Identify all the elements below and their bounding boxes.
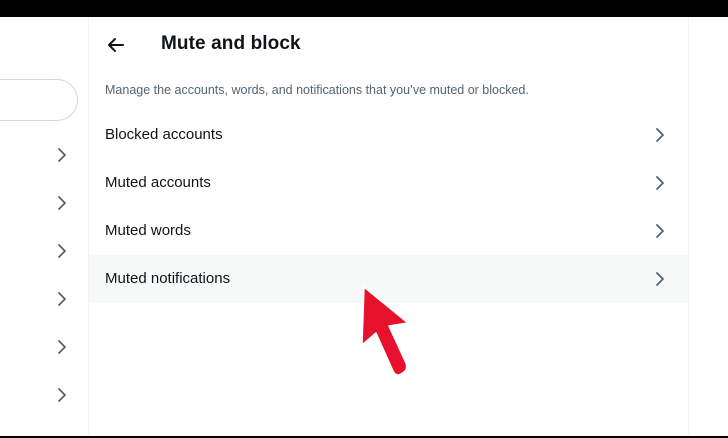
chevron-right-icon xyxy=(654,175,666,191)
menu-item-label: Muted words xyxy=(105,222,191,239)
chevron-right-icon xyxy=(654,223,666,239)
sidebar-chevron-right-icon[interactable] xyxy=(55,387,69,403)
sidebar-chevron-right-icon[interactable] xyxy=(55,339,69,355)
menu-item-label: Muted notifications xyxy=(105,270,231,287)
menu-item-muted-accounts[interactable]: Muted accounts xyxy=(89,159,688,207)
sidebar-chevron-right-icon[interactable] xyxy=(55,147,69,163)
menu-item-blocked-accounts[interactable]: Blocked accounts xyxy=(89,111,688,159)
menu-item-label: Muted accounts xyxy=(105,174,211,191)
menu-item-label: Blocked accounts xyxy=(105,126,223,143)
chevron-right-icon xyxy=(654,127,666,143)
page-header: Mute and block xyxy=(89,17,688,71)
chevron-right-icon xyxy=(654,271,666,287)
column-divider xyxy=(688,17,689,436)
menu-item-muted-words[interactable]: Muted words xyxy=(89,207,688,255)
sidebar-chevron-right-icon[interactable] xyxy=(55,195,69,211)
settings-menu: Blocked accounts Muted accounts Muted wo… xyxy=(89,111,688,303)
back-arrow-icon[interactable] xyxy=(105,34,127,56)
sidebar-chevron-right-icon[interactable] xyxy=(55,243,69,259)
settings-sidebar xyxy=(0,17,89,436)
app-window: Mute and block Manage the accounts, word… xyxy=(0,17,728,438)
page-description: Manage the accounts, words, and notifica… xyxy=(105,83,529,97)
search-input[interactable] xyxy=(0,79,78,121)
red-pointer-arrow-icon xyxy=(360,285,412,381)
page-title: Mute and block xyxy=(161,33,301,54)
sidebar-chevron-right-icon[interactable] xyxy=(55,291,69,307)
